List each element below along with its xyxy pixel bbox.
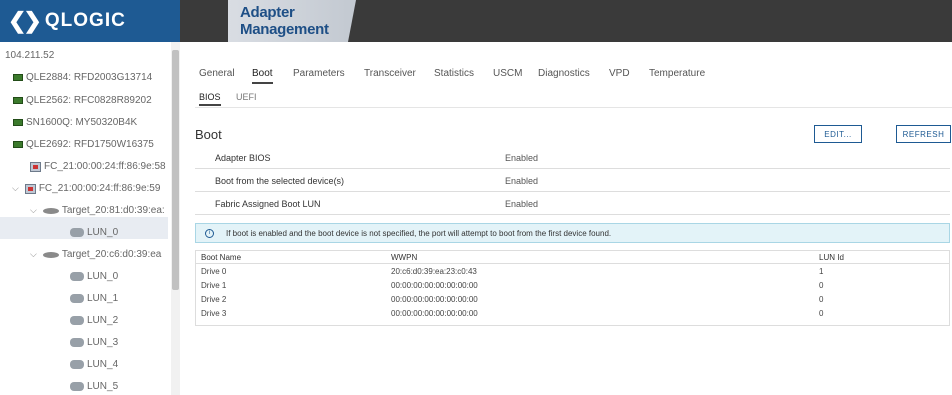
setting-row: Fabric Assigned Boot LUN Enabled <box>195 193 950 215</box>
lun-icon <box>70 316 84 325</box>
info-banner: i If boot is enabled and the boot device… <box>195 223 950 243</box>
setting-row: Boot from the selected device(s) Enabled <box>195 170 950 192</box>
adapter-card-icon <box>13 97 23 104</box>
tree-port-item[interactable]: FC_21:00:00:24:ff:86:9e:58 <box>30 161 166 172</box>
tree-adapter-item[interactable]: QLE2562: RFC0828R89202 <box>13 95 152 106</box>
table-header-row: Boot Name WWPN LUN Id <box>196 251 949 264</box>
host-ip[interactable]: 104.211.52 <box>5 50 54 61</box>
col-wwpn: WWPN <box>391 253 418 262</box>
tree-adapter-item[interactable]: QLE2884: RFD2003G13714 <box>13 72 152 83</box>
tab-uscm[interactable]: USCM <box>493 68 522 79</box>
logo-mark-icon: ❮❯ <box>8 8 42 33</box>
qlogic-logo: ❮❯ QLOGIC <box>0 0 180 42</box>
logo-text: QLOGIC <box>44 10 126 31</box>
tree-port-item-selected[interactable]: ⌵ FC_21:00:00:24:ff:86:9e:59 <box>12 183 160 194</box>
adapter-management-tab[interactable]: Adapter Management <box>228 0 356 42</box>
target-disk-icon <box>42 251 59 258</box>
adapter-tree: 104.211.52 QLE2884: RFD2003G13714 QLE256… <box>0 42 180 395</box>
fc-port-icon <box>24 183 36 194</box>
table-row[interactable]: Drive 1 00:00:00:00:00:00:00:00 0 <box>196 279 949 292</box>
scrollbar-thumb[interactable] <box>172 50 179 290</box>
adapter-card-icon <box>13 74 23 81</box>
boot-device-table: Boot Name WWPN LUN Id Drive 0 20:c6:d0:39… <box>195 250 950 326</box>
tree-lun-item[interactable]: LUN_3 <box>70 337 118 348</box>
lun-icon <box>70 338 84 347</box>
tab-parameters[interactable]: Parameters <box>293 68 345 79</box>
lun-icon <box>70 360 84 369</box>
adapter-card-icon <box>13 141 23 148</box>
target-disk-icon <box>42 207 59 214</box>
col-lun-id: LUN Id <box>819 253 844 262</box>
tree-lun-item[interactable]: LUN_1 <box>70 293 118 304</box>
table-row[interactable]: Drive 0 20:c6:d0:39:ea:23:c0:43 1 <box>196 265 949 278</box>
tree-adapter-item[interactable]: SN1600Q: MY50320B4K <box>13 117 137 128</box>
tab-transceiver[interactable]: Transceiver <box>364 68 416 79</box>
tab-vpd[interactable]: VPD <box>609 68 630 79</box>
lun-icon <box>70 382 84 391</box>
edit-button[interactable]: EDIT... <box>814 125 862 143</box>
tab-boot[interactable]: Boot <box>252 68 273 84</box>
table-row[interactable]: Drive 3 00:00:00:00:00:00:00:00 0 <box>196 307 949 320</box>
sidebar-scrollbar[interactable] <box>171 42 180 395</box>
setting-row: Adapter BIOS Enabled <box>195 147 950 169</box>
tree-lun-item[interactable]: LUN_0 <box>70 227 118 238</box>
tab-diagnostics[interactable]: Diagnostics <box>538 68 590 79</box>
tab-general[interactable]: General <box>199 68 235 79</box>
tree-target-item[interactable]: ⌵ Target_20:81:d0:39:ea: <box>30 205 165 216</box>
table-row[interactable]: Drive 2 00:00:00:00:00:00:00:00 0 <box>196 293 949 306</box>
lun-icon <box>70 228 84 237</box>
info-text: If boot is enabled and the boot device i… <box>226 228 612 238</box>
tab-statistics[interactable]: Statistics <box>434 68 474 79</box>
info-icon: i <box>205 228 214 238</box>
lun-icon <box>70 272 84 281</box>
subtab-uefi[interactable]: UEFI <box>236 92 257 102</box>
tree-adapter-item[interactable]: QLE2692: RFD1750W16375 <box>13 139 154 150</box>
tree-lun-item[interactable]: LUN_2 <box>70 315 118 326</box>
chevron-down-icon[interactable]: ⌵ <box>12 183 19 194</box>
top-header: ❮❯ QLOGIC Adapter Management <box>0 0 952 42</box>
chevron-down-icon[interactable]: ⌵ <box>30 205 37 216</box>
subtab-divider <box>195 107 952 108</box>
col-boot-name: Boot Name <box>201 253 242 262</box>
main-panel: General Boot Parameters Transceiver Stat… <box>180 42 952 395</box>
lun-icon <box>70 294 84 303</box>
tree-lun-item[interactable]: LUN_4 <box>70 359 118 370</box>
tree-lun-item[interactable]: LUN_5 <box>70 381 118 392</box>
tree-target-item[interactable]: ⌵ Target_20:c6:d0:39:ea <box>30 249 161 260</box>
tree-lun-item[interactable]: LUN_0 <box>70 271 118 282</box>
tab-temperature[interactable]: Temperature <box>649 68 705 79</box>
adapter-card-icon <box>13 119 23 126</box>
subtab-bios[interactable]: BIOS <box>199 92 221 106</box>
refresh-button[interactable]: REFRESH <box>896 125 951 143</box>
fc-port-icon <box>30 161 41 172</box>
section-title: Boot <box>195 127 222 142</box>
chevron-down-icon[interactable]: ⌵ <box>30 249 37 260</box>
